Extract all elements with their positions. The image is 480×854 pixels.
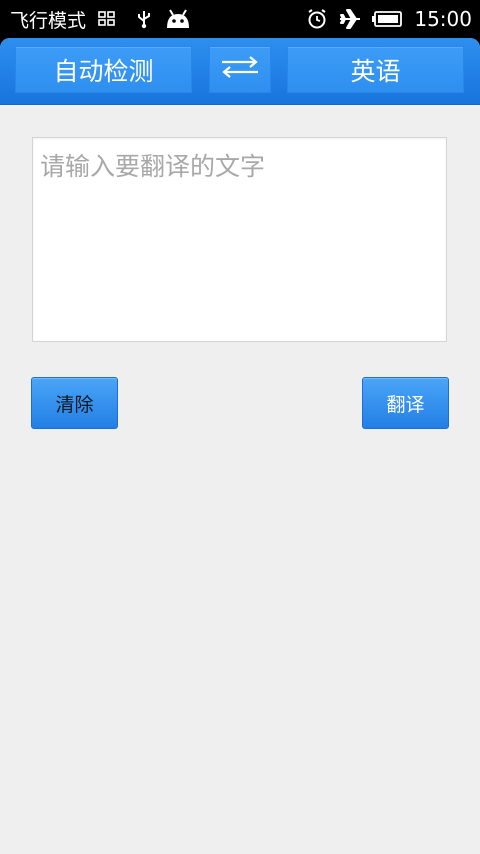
usb-icon [136,9,152,29]
translate-text-input[interactable] [33,138,446,341]
battery-icon [372,11,403,27]
target-language-label: 英语 [350,56,401,86]
source-language-label: 自动检测 [53,56,154,86]
swap-arrows-icon [220,54,260,86]
clear-button-label: 清除 [55,393,94,416]
input-container [32,137,447,342]
status-bar: 飞行模式 15:00 [0,0,480,38]
status-time: 15:00 [414,7,472,31]
clear-button[interactable]: 清除 [31,377,118,429]
translator-app: 自动检测 英语 清除 翻译 [0,38,480,854]
translate-button[interactable]: 翻译 [362,377,449,429]
status-left: 飞行模式 [10,0,192,38]
target-language-button[interactable]: 英语 [287,46,464,93]
airplane-mode-text: 飞行模式 [10,9,87,32]
translate-button-label: 翻译 [386,393,425,416]
source-language-button[interactable]: 自动检测 [15,46,192,93]
phone-screen: 飞行模式 15:00 自动检测 英语 请输入要翻译的文字 清除 翻译 [0,0,480,854]
language-toolbar: 自动检测 英语 [0,38,480,104]
airplane-icon [338,8,362,30]
android-icon [164,8,192,30]
status-right: 15:00 [306,0,472,38]
alarm-icon [306,8,328,30]
notification-grid-icon [98,11,116,27]
swap-languages-button[interactable] [209,46,271,93]
